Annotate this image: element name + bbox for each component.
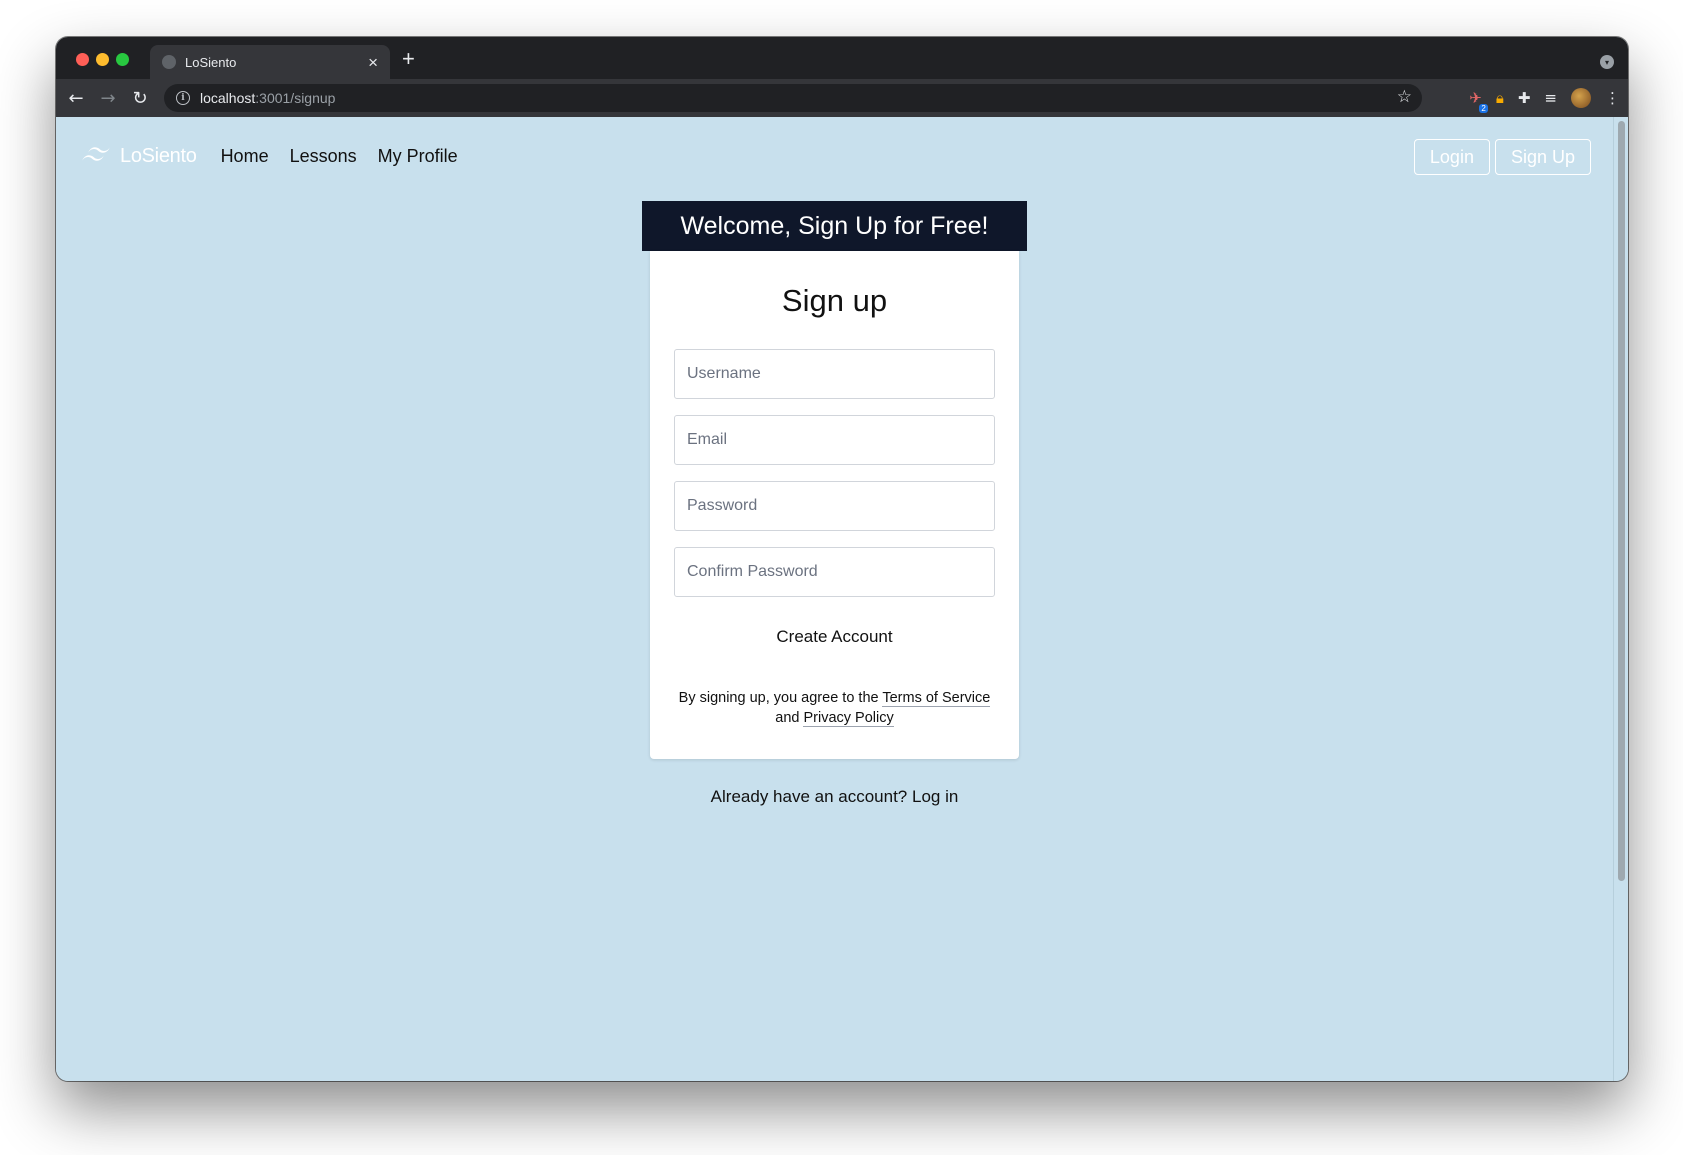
close-tab-icon[interactable]: ×: [368, 54, 378, 71]
info-icon[interactable]: i: [176, 91, 190, 105]
close-window-button[interactable]: [76, 53, 89, 66]
username-field[interactable]: [674, 349, 995, 399]
new-tab-button[interactable]: +: [402, 46, 415, 72]
extension-icon[interactable]: ✈ 2: [1469, 89, 1488, 113]
privacy-policy-link[interactable]: Privacy Policy: [803, 710, 894, 727]
star-icon[interactable]: ☆: [1397, 87, 1412, 107]
page-title: Sign up: [781, 283, 888, 318]
browser-toolbar: ← → ↻ i localhost:3001/signup ☆ ✈ 2 🔒︎ ✚ …: [56, 79, 1628, 117]
back-icon[interactable]: ←: [60, 88, 92, 109]
brand-name: LoSiento: [120, 144, 197, 167]
puzzle-icon[interactable]: ✚: [1518, 89, 1531, 107]
nav-link-home[interactable]: Home: [221, 146, 269, 167]
minimize-window-button[interactable]: [96, 53, 109, 66]
confirm-password-field[interactable]: [674, 547, 995, 597]
terms-of-service-link[interactable]: Terms of Service: [882, 690, 991, 707]
email-field[interactable]: [674, 415, 995, 465]
browser-window: LoSiento × + ▾ ← → ↻ i localhost:3001/si…: [56, 37, 1628, 1081]
terms-notice: By signing up, you agree to the Terms of…: [670, 688, 999, 728]
browser-tab[interactable]: LoSiento ×: [150, 45, 390, 79]
reload-icon[interactable]: ↻: [124, 88, 156, 109]
nav-link-my-profile[interactable]: My Profile: [378, 146, 458, 167]
login-prompt: Already have an account? Log in: [650, 787, 1019, 807]
site-navbar: LoSiento Home Lessons My Profile Login S…: [56, 117, 1613, 195]
url-host: localhost: [200, 90, 256, 106]
brand-logo[interactable]: LoSiento: [80, 145, 197, 168]
signup-card: Sign up Create Account By signing up, yo…: [650, 251, 1019, 759]
address-bar[interactable]: i localhost:3001/signup ☆: [164, 84, 1422, 112]
create-account-button[interactable]: Create Account: [674, 617, 995, 657]
menu-icon[interactable]: ⋮: [1605, 89, 1620, 107]
tab-strip: LoSiento × + ▾: [56, 37, 1628, 79]
scrollbar[interactable]: [1613, 117, 1628, 1081]
globe-icon: [162, 55, 176, 69]
log-in-link[interactable]: Log in: [912, 787, 958, 806]
extension-bar: ✈ 2 🔒︎ ✚ ≡ ⋮: [1469, 79, 1620, 117]
login-prompt-text: Already have an account?: [710, 787, 908, 806]
extension-badge: 2: [1479, 104, 1488, 113]
password-field[interactable]: [674, 481, 995, 531]
url-path: :3001/signup: [255, 90, 336, 106]
tab-title: LoSiento: [185, 54, 237, 70]
login-button[interactable]: Login: [1413, 139, 1490, 175]
nav-link-lessons[interactable]: Lessons: [290, 146, 357, 167]
forward-icon[interactable]: →: [92, 88, 124, 109]
scrollbar-thumb[interactable]: [1618, 121, 1625, 881]
auth-buttons: Login Sign Up: [1413, 139, 1591, 175]
page-content: LoSiento Home Lessons My Profile Login S…: [56, 117, 1613, 1081]
maximize-window-button[interactable]: [116, 53, 129, 66]
welcome-banner: Welcome, Sign Up for Free!: [642, 201, 1027, 251]
terms-prefix: By signing up, you agree to the: [678, 690, 879, 706]
media-icon[interactable]: ≡: [1544, 89, 1557, 107]
signup-button[interactable]: Sign Up: [1494, 139, 1591, 175]
lock-icon[interactable]: 🔒︎: [1496, 89, 1504, 107]
tailwind-logo-icon: [82, 147, 110, 161]
terms-and: and: [775, 710, 800, 726]
avatar[interactable]: [1571, 88, 1591, 108]
tab-search-icon[interactable]: ▾: [1600, 55, 1614, 69]
